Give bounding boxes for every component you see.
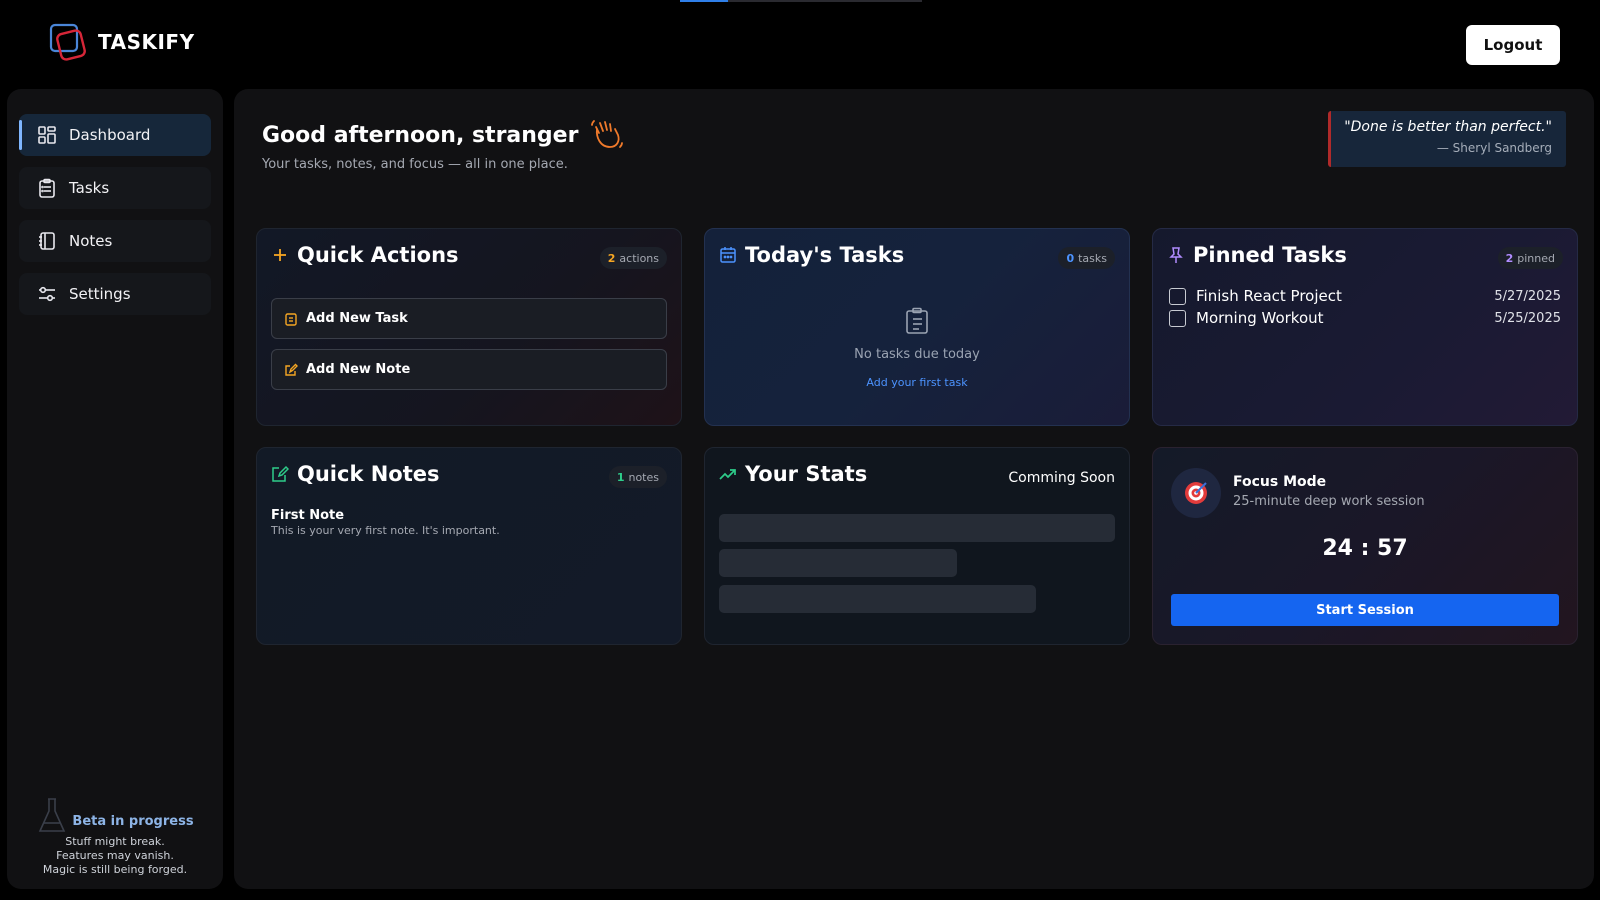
pinned-task-row: Finish React Project 5/27/2025 (1169, 286, 1561, 306)
coming-soon-label: Comming Soon (1008, 470, 1115, 486)
empty-state-text: No tasks due today (854, 347, 980, 362)
edit-note-icon (272, 465, 289, 482)
quick-actions-card: Quick Actions 2 actions Add New Task Add… (256, 228, 682, 426)
count-badge: 2 pinned (1497, 247, 1563, 269)
logout-button[interactable]: Logout (1466, 25, 1560, 65)
task-checkbox[interactable] (1169, 287, 1186, 305)
card-title-text: Today's Tasks (745, 243, 905, 267)
plus-icon (274, 249, 286, 261)
app-header: TASKIFY Logout (0, 0, 1600, 88)
trending-up-icon (719, 469, 736, 480)
clipboard-icon (285, 312, 297, 326)
skeleton-bar (719, 585, 1036, 613)
note-title[interactable]: First Note (271, 508, 344, 523)
badge-label: tasks (1078, 251, 1107, 265)
card-title: Pinned Tasks (1167, 243, 1347, 267)
card-title-text: Quick Actions (297, 243, 459, 267)
pinned-task-date: 5/25/2025 (1494, 310, 1561, 326)
quote-author: — Sheryl Sandberg (1436, 141, 1552, 155)
beta-line: Features may vanish. (56, 849, 174, 862)
notebook-icon (39, 232, 55, 250)
quick-notes-card: Quick Notes 1 notes First Note This is y… (256, 447, 682, 645)
start-session-button[interactable]: Start Session (1171, 594, 1559, 626)
count-badge: 0 tasks (1058, 247, 1115, 269)
sidebar-item-settings[interactable]: Settings (19, 273, 211, 315)
add-new-task-button[interactable]: Add New Task (271, 298, 667, 339)
pinned-tasks-card: Pinned Tasks 2 pinned Finish React Proje… (1152, 228, 1578, 426)
card-title-text: Pinned Tasks (1193, 243, 1347, 267)
card-title: Your Stats (719, 462, 867, 486)
note-body: This is your very first note. It's impor… (271, 524, 500, 537)
calendar-icon (720, 247, 736, 263)
button-label: Add New Task (306, 311, 408, 326)
add-first-task-link[interactable]: Add your first task (866, 376, 967, 389)
sidebar-item-notes[interactable]: Notes (19, 220, 211, 262)
badge-count: 0 (1066, 251, 1075, 265)
badge-label: actions (619, 251, 659, 265)
main-content: Good afternoon, stranger Your tasks, not… (234, 89, 1594, 889)
clipboard-icon (906, 307, 928, 334)
badge-count: 1 (616, 470, 625, 484)
beta-line: Stuff might break. (65, 835, 165, 848)
greeting-text: Good afternoon, stranger (262, 122, 579, 148)
todays-tasks-card: Today's Tasks 0 tasks No tasks due today… (704, 228, 1130, 426)
taskify-logo-icon (48, 22, 88, 62)
sidebar-item-label: Dashboard (69, 126, 151, 144)
card-title: Quick Actions (271, 243, 459, 267)
pinned-task-label: Morning Workout (1196, 309, 1324, 327)
sidebar-item-tasks[interactable]: Tasks (19, 167, 211, 209)
quote-text: "Done is better than perfect." (1344, 119, 1552, 135)
card-title-text: Your Stats (745, 462, 868, 486)
sidebar-item-label: Tasks (69, 179, 110, 197)
clipboard-icon (39, 178, 55, 198)
pinned-task-label: Finish React Project (1196, 287, 1342, 305)
sidebar-item-dashboard[interactable]: Dashboard (19, 114, 211, 156)
your-stats-card: Your Stats Comming Soon (704, 447, 1130, 645)
skeleton-bar (719, 549, 957, 577)
page-subtitle: Your tasks, notes, and focus — all in on… (262, 157, 568, 172)
focus-timer: 24 : 57 (1322, 536, 1408, 561)
sidebar-item-label: Settings (69, 285, 131, 303)
count-badge: 2 actions (599, 247, 667, 269)
pinned-task-row: Morning Workout 5/25/2025 (1169, 308, 1561, 328)
badge-label: pinned (1517, 251, 1555, 265)
card-title: Today's Tasks (719, 243, 904, 267)
button-label: Add New Note (306, 362, 411, 377)
task-checkbox[interactable] (1169, 309, 1186, 327)
dashboard-icon (38, 126, 56, 144)
pinned-task-date: 5/27/2025 (1494, 288, 1561, 304)
focus-mode-card: Focus Mode 25-minute deep work session 2… (1152, 447, 1578, 645)
badge-label: notes (628, 470, 659, 484)
waving-hand-icon (591, 120, 624, 148)
target-icon (1171, 468, 1221, 518)
beta-title: Beta in progress (72, 813, 194, 829)
sidebar-item-label: Notes (69, 232, 113, 250)
skeleton-bar (719, 514, 1115, 542)
pin-icon (1169, 247, 1183, 263)
add-new-note-button[interactable]: Add New Note (271, 349, 667, 390)
card-title-text: Quick Notes (297, 462, 440, 486)
count-badge: 1 notes (608, 466, 667, 488)
edit-note-icon (285, 363, 298, 376)
card-title: Quick Notes (271, 462, 440, 486)
badge-count: 2 (1505, 251, 1514, 265)
focus-subtitle: 25-minute deep work session (1233, 494, 1425, 509)
beta-notice: Beta in progress Stuff might break. Feat… (7, 797, 223, 877)
greeting-heading: Good afternoon, stranger (262, 119, 624, 151)
focus-title: Focus Mode (1233, 474, 1327, 490)
empty-state: No tasks due today Add your first task (705, 307, 1129, 390)
badge-count: 2 (607, 251, 616, 265)
brand[interactable]: TASKIFY (48, 22, 195, 62)
beta-line: Magic is still being forged. (42, 863, 188, 876)
quote-box: "Done is better than perfect." — Sheryl … (1328, 111, 1566, 167)
brand-name: TASKIFY (98, 30, 195, 54)
sidebar: Dashboard Tasks Notes Settings Beta in p… (7, 89, 223, 889)
flask-icon (39, 798, 66, 832)
sliders-icon (39, 286, 55, 302)
